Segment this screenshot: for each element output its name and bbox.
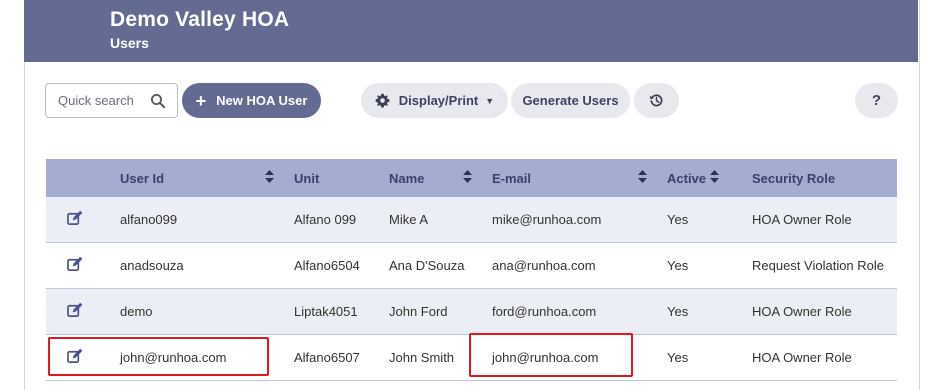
edit-cell <box>46 288 120 335</box>
cell-email: ford@runhoa.com <box>492 288 667 335</box>
col-active[interactable]: Active <box>667 159 752 197</box>
edit-icon[interactable] <box>67 302 120 321</box>
edit-icon[interactable] <box>67 256 120 275</box>
edit-icon[interactable] <box>67 210 120 229</box>
new-hoa-user-button[interactable]: + New HOA User <box>182 83 321 118</box>
cell-user-id: alfano099 <box>120 197 294 243</box>
plus-icon: + <box>195 90 207 111</box>
chevron-down-icon: ▼ <box>485 95 495 106</box>
col-user-id-label: User Id <box>120 170 165 186</box>
table-row: alfano099 Alfano 099 Mike A mike@runhoa.… <box>46 197 897 243</box>
col-unit[interactable]: Unit <box>294 159 389 197</box>
cell-security-role: HOA Owner Role <box>752 197 897 243</box>
history-icon <box>649 93 664 108</box>
col-security-role[interactable]: Security Role <box>752 159 897 197</box>
cell-user-id: demo <box>120 288 294 335</box>
col-name-label: Name <box>389 170 425 186</box>
table-row: demo Liptak4051 John Ford ford@runhoa.co… <box>46 288 897 335</box>
cell-active: Yes <box>667 242 752 289</box>
col-unit-label: Unit <box>294 170 320 186</box>
cell-unit: Alfano 099 <box>294 197 389 243</box>
cell-active: Yes <box>667 197 752 243</box>
highlight-box-email <box>469 333 633 377</box>
cell-security-role: HOA Owner Role <box>752 288 897 335</box>
cell-active: Yes <box>667 334 752 381</box>
page-header: Demo Valley HOA Users <box>24 0 918 62</box>
col-edit <box>46 159 120 197</box>
quick-search-box[interactable] <box>45 83 178 118</box>
cell-user-id: anadsouza <box>120 242 294 289</box>
history-button[interactable] <box>634 83 679 118</box>
sort-icon[interactable] <box>265 170 274 186</box>
cell-security-role: HOA Owner Role <box>752 334 897 381</box>
search-input[interactable] <box>46 84 158 117</box>
cell-name: Ana D'Souza <box>389 242 492 289</box>
help-button[interactable]: ? <box>855 83 898 118</box>
col-email-label: E-mail <box>492 170 532 186</box>
cell-active: Yes <box>667 288 752 335</box>
search-icon[interactable] <box>150 93 166 114</box>
page-title: Users <box>110 35 149 51</box>
cell-unit: Alfano6504 <box>294 242 389 289</box>
edit-cell <box>46 242 120 289</box>
cell-name: Mike A <box>389 197 492 243</box>
cell-email: ana@runhoa.com <box>492 242 667 289</box>
col-security-role-label: Security Role <box>752 170 836 186</box>
col-name[interactable]: Name <box>389 159 492 197</box>
cell-email: mike@runhoa.com <box>492 197 667 243</box>
display-print-button[interactable]: Display/Print ▼ <box>361 83 508 118</box>
cell-unit: Liptak4051 <box>294 288 389 335</box>
edit-cell <box>46 197 120 243</box>
org-name: Demo Valley HOA <box>110 8 290 31</box>
cell-name: John Ford <box>389 288 492 335</box>
col-email[interactable]: E-mail <box>492 159 667 197</box>
display-print-label: Display/Print <box>398 93 479 108</box>
highlight-box-user-id <box>48 337 269 376</box>
cell-security-role: Request Violation Role <box>752 242 897 289</box>
new-hoa-user-label: New HOA User <box>216 93 308 108</box>
table-row: anadsouza Alfano6504 Ana D'Souza ana@run… <box>46 242 897 289</box>
col-user-id[interactable]: User Id <box>120 159 294 197</box>
sort-icon[interactable] <box>638 170 647 186</box>
sort-icon[interactable] <box>463 170 472 186</box>
table-header-row: User Id Unit Name E-mail Active Security… <box>46 159 897 197</box>
col-active-label: Active <box>667 170 707 186</box>
sort-icon[interactable] <box>710 170 720 186</box>
gear-icon <box>375 93 390 108</box>
cell-unit: Alfano6507 <box>294 334 389 381</box>
generate-users-button[interactable]: Generate Users <box>511 83 630 118</box>
